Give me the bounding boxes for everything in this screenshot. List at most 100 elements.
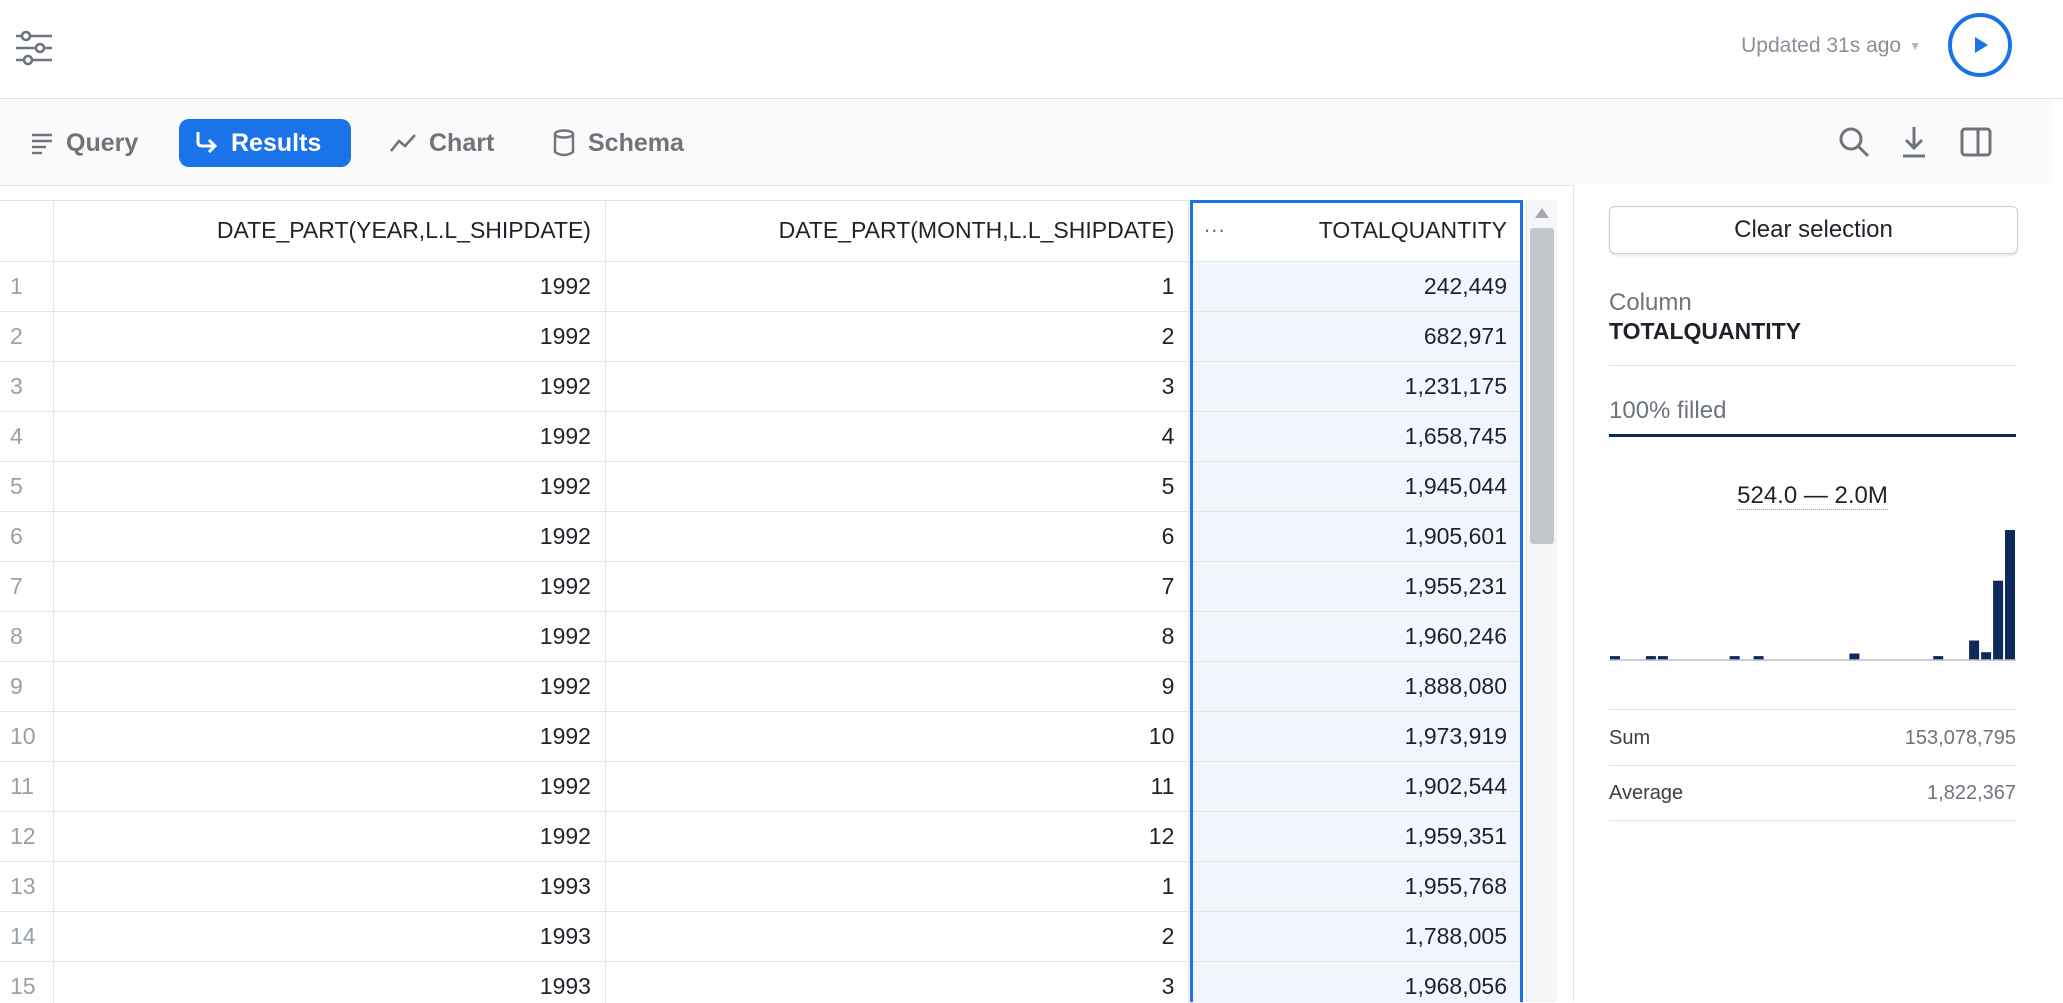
table-cell-selected[interactable]: 1,959,351 [1188, 811, 1522, 862]
scroll-up-icon[interactable] [1535, 208, 1549, 218]
column-details-panel: Clear selection Column TOTALQUANTITY 100… [1573, 185, 2053, 1002]
table-cell[interactable]: 1992 [53, 711, 606, 762]
table-cell-selected[interactable]: 1,788,005 [1188, 911, 1522, 962]
table-row[interactable]: 5 1992 5 1,945,044 [0, 461, 1522, 512]
row-number: 15 [0, 961, 55, 1003]
download-icon[interactable] [1896, 124, 1932, 160]
table-cell[interactable]: 5 [605, 461, 1190, 512]
table-cell[interactable]: 1992 [53, 811, 606, 862]
table-row[interactable]: 7 1992 7 1,955,231 [0, 561, 1522, 612]
results-grid: DATE_PART(YEAR,L.L_SHIPDATE) DATE_PART(M… [0, 200, 1522, 1003]
run-button[interactable] [1948, 13, 2012, 77]
stat-value: 153,078,795 [1904, 727, 2016, 749]
table-cell-selected[interactable]: 1,945,044 [1188, 461, 1522, 512]
table-cell[interactable]: 1992 [53, 461, 606, 512]
scrollbar-thumb[interactable] [1530, 228, 1554, 544]
results-table: DATE_PART(YEAR,L.L_SHIPDATE) DATE_PART(M… [0, 201, 1522, 1003]
table-row[interactable]: 3 1992 3 1,231,175 [0, 361, 1522, 412]
updated-status[interactable]: Updated 31s ago ▼ [1741, 34, 1921, 58]
table-row[interactable]: 13 1993 1 1,955,768 [0, 861, 1522, 912]
row-number: 10 [0, 711, 55, 762]
table-cell[interactable]: 1992 [53, 761, 606, 812]
table-cell-selected[interactable]: 1,960,246 [1188, 611, 1522, 662]
row-number: 12 [0, 811, 55, 862]
row-number: 6 [0, 511, 55, 562]
histogram-bar[interactable] [1993, 580, 2004, 660]
table-cell[interactable]: 1992 [53, 661, 606, 712]
table-cell[interactable]: 3 [605, 361, 1190, 412]
table-cell-selected[interactable]: 1,888,080 [1188, 661, 1522, 712]
filled-progress-bar [1609, 434, 2016, 437]
play-icon [1975, 37, 1988, 53]
table-row[interactable]: 4 1992 4 1,658,745 [0, 411, 1522, 462]
table-cell[interactable]: 1992 [53, 311, 606, 362]
table-row[interactable]: 6 1992 6 1,905,601 [0, 511, 1522, 562]
table-cell[interactable]: 1993 [53, 961, 606, 1003]
table-cell-selected[interactable]: 1,968,056 [1188, 961, 1522, 1003]
histogram-bar[interactable] [1969, 640, 1980, 661]
table-cell[interactable]: 7 [605, 561, 1190, 612]
column-menu-icon[interactable]: ··· [1203, 217, 1225, 243]
table-cell-selected[interactable]: 242,449 [1188, 261, 1522, 312]
row-number: 13 [0, 861, 55, 912]
column-header-selected[interactable]: ··· TOTALQUANTITY [1188, 201, 1522, 262]
table-cell-selected[interactable]: 1,973,919 [1188, 711, 1522, 762]
table-row[interactable]: 15 1993 3 1,968,056 [0, 961, 1522, 1003]
table-row[interactable]: 9 1992 9 1,888,080 [0, 661, 1522, 712]
divider [1609, 365, 2016, 366]
histogram-bar[interactable] [1981, 652, 1992, 660]
distribution-histogram [1609, 530, 2016, 661]
sliders-icon[interactable] [14, 28, 54, 68]
tab-results[interactable]: Results [179, 119, 351, 167]
table-cell[interactable]: 1993 [53, 861, 606, 912]
tab-schema[interactable]: Schema [538, 119, 698, 167]
search-icon[interactable] [1836, 124, 1872, 160]
table-cell-selected[interactable]: 1,658,745 [1188, 411, 1522, 462]
table-cell[interactable]: 1992 [53, 361, 606, 412]
table-row[interactable]: 2 1992 2 682,971 [0, 311, 1522, 362]
table-cell[interactable]: 11 [605, 761, 1190, 812]
column-header[interactable]: DATE_PART(MONTH,L.L_SHIPDATE) [605, 201, 1190, 262]
table-row[interactable]: 12 1992 12 1,959,351 [0, 811, 1522, 862]
table-cell[interactable]: 1992 [53, 411, 606, 462]
table-cell[interactable]: 9 [605, 661, 1190, 712]
table-cell-selected[interactable]: 682,971 [1188, 311, 1522, 362]
table-cell[interactable]: 3 [605, 961, 1190, 1003]
clear-selection-button[interactable]: Clear selection [1609, 206, 2018, 254]
table-cell[interactable]: 8 [605, 611, 1190, 662]
stat-sum: Sum 153,078,795 [1609, 727, 2016, 750]
table-cell[interactable]: 1992 [53, 561, 606, 612]
table-row[interactable]: 10 1992 10 1,973,919 [0, 711, 1522, 762]
table-cell[interactable]: 4 [605, 411, 1190, 462]
table-cell-selected[interactable]: 1,955,768 [1188, 861, 1522, 912]
row-number: 11 [0, 761, 55, 812]
table-cell[interactable]: 12 [605, 811, 1190, 862]
histogram-bar[interactable] [1849, 653, 1860, 661]
table-cell-selected[interactable]: 1,955,231 [1188, 561, 1522, 612]
table-cell[interactable]: 1992 [53, 611, 606, 662]
tab-query[interactable]: Query [16, 119, 152, 167]
table-cell-selected[interactable]: 1,902,544 [1188, 761, 1522, 812]
table-cell[interactable]: 1992 [53, 261, 606, 312]
table-cell-selected[interactable]: 1,231,175 [1188, 361, 1522, 412]
trend-line-icon [389, 134, 416, 152]
table-cell-selected[interactable]: 1,905,601 [1188, 511, 1522, 562]
panel-toggle-icon[interactable] [1958, 124, 1994, 160]
tab-label: Results [231, 128, 322, 157]
table-cell[interactable]: 1993 [53, 911, 606, 962]
tab-chart[interactable]: Chart [375, 119, 508, 167]
table-row[interactable]: 11 1992 11 1,902,544 [0, 761, 1522, 812]
table-row[interactable]: 8 1992 8 1,960,246 [0, 611, 1522, 662]
table-cell[interactable]: 2 [605, 311, 1190, 362]
vertical-scrollbar[interactable] [1526, 200, 1557, 1002]
table-cell[interactable]: 6 [605, 511, 1190, 562]
table-cell[interactable]: 2 [605, 911, 1190, 962]
table-row[interactable]: 1 1992 1 242,449 [0, 261, 1522, 312]
column-header[interactable]: DATE_PART(YEAR,L.L_SHIPDATE) [53, 201, 606, 262]
table-cell[interactable]: 10 [605, 711, 1190, 762]
histogram-bar[interactable] [2005, 530, 2015, 660]
table-cell[interactable]: 1992 [53, 511, 606, 562]
table-cell[interactable]: 1 [605, 261, 1190, 312]
table-row[interactable]: 14 1993 2 1,788,005 [0, 911, 1522, 962]
table-cell[interactable]: 1 [605, 861, 1190, 912]
